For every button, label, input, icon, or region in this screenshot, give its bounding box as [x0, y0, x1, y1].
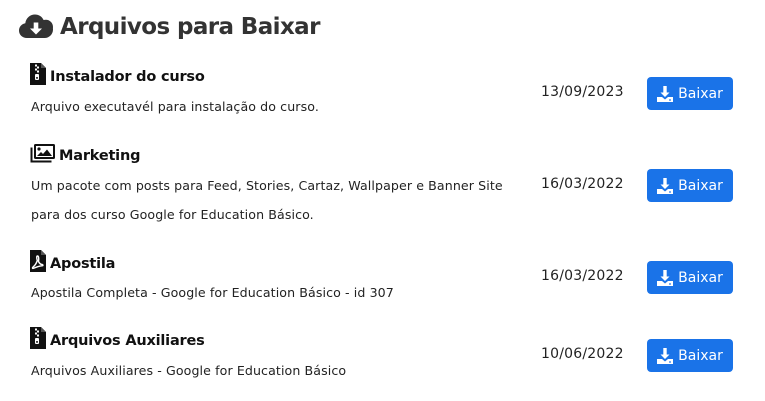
file-zip-icon: [30, 63, 46, 85]
download-icon: [657, 347, 674, 364]
page-title: Arquivos para Baixar: [60, 14, 320, 40]
cloud-download-icon: [19, 14, 53, 38]
downloads-page: Arquivos para Baixar Instalador do curso…: [0, 0, 765, 401]
item-date: 16/03/2022: [541, 176, 624, 192]
item-date: 13/09/2023: [541, 84, 624, 100]
download-button[interactable]: Baixar: [647, 339, 733, 372]
download-button-label: Baixar: [678, 177, 723, 194]
item-title-label: Arquivos Auxiliares: [50, 333, 205, 349]
item-title-label: Marketing: [59, 148, 141, 164]
item-title: Instalador do curso: [30, 63, 205, 85]
file-pdf-icon: [30, 250, 46, 272]
download-icon: [657, 269, 674, 286]
item-date: 10/06/2022: [541, 346, 624, 362]
item-title-label: Apostila: [50, 256, 116, 272]
images-icon: [30, 144, 55, 163]
download-button-label: Baixar: [678, 269, 723, 286]
item-description: Arquivo executavél para instalação do cu…: [31, 99, 319, 114]
download-icon: [657, 85, 674, 102]
item-date: 16/03/2022: [541, 268, 624, 284]
page-header: Arquivos para Baixar: [19, 14, 320, 40]
item-title: Arquivos Auxiliares: [30, 327, 205, 349]
download-button-label: Baixar: [678, 347, 723, 364]
item-title: Marketing: [30, 144, 140, 164]
download-button-label: Baixar: [678, 85, 723, 102]
download-button[interactable]: Baixar: [647, 261, 733, 294]
item-description: Um pacote com posts para Feed, Stories, …: [31, 178, 503, 222]
download-button[interactable]: Baixar: [647, 169, 733, 202]
file-zip-icon: [30, 327, 46, 349]
item-title: Apostila: [30, 250, 115, 272]
download-icon: [657, 177, 674, 194]
download-button[interactable]: Baixar: [647, 77, 733, 110]
item-description: Apostila Completa - Google for Education…: [31, 285, 394, 300]
item-description: Arquivos Auxiliares - Google for Educati…: [31, 363, 347, 378]
item-title-label: Instalador do curso: [50, 69, 205, 85]
